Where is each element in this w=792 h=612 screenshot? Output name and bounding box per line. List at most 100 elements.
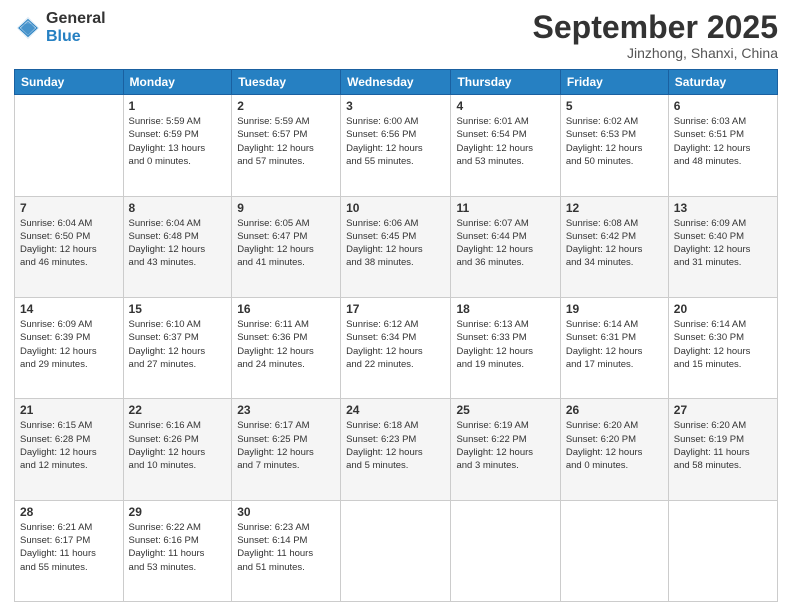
logo: General Blue [14, 10, 106, 45]
calendar-cell [451, 500, 560, 601]
day-number: 25 [456, 403, 554, 417]
weekday-header-friday: Friday [560, 70, 668, 95]
day-number: 4 [456, 99, 554, 113]
day-info: Sunrise: 6:09 AMSunset: 6:40 PMDaylight:… [674, 217, 772, 270]
weekday-header-wednesday: Wednesday [341, 70, 451, 95]
day-info: Sunrise: 5:59 AMSunset: 6:59 PMDaylight:… [129, 115, 227, 168]
weekday-header-thursday: Thursday [451, 70, 560, 95]
day-number: 15 [129, 302, 227, 316]
calendar-cell: 29 Sunrise: 6:22 AMSunset: 6:16 PMDayligh… [123, 500, 232, 601]
day-info: Sunrise: 6:20 AMSunset: 6:20 PMDaylight:… [566, 419, 663, 472]
logo-icon [14, 14, 42, 42]
day-number: 6 [674, 99, 772, 113]
week-row-3: 14 Sunrise: 6:09 AMSunset: 6:39 PMDayligh… [15, 297, 778, 398]
week-row-5: 28 Sunrise: 6:21 AMSunset: 6:17 PMDayligh… [15, 500, 778, 601]
day-number: 21 [20, 403, 118, 417]
weekday-header-row: SundayMondayTuesdayWednesdayThursdayFrid… [15, 70, 778, 95]
calendar-cell: 11Sunrise: 6:07 AMSunset: 6:44 PMDayligh… [451, 196, 560, 297]
day-info: Sunrise: 6:13 AMSunset: 6:33 PMDaylight:… [456, 318, 554, 371]
day-number: 26 [566, 403, 663, 417]
calendar-cell: 20Sunrise: 6:14 AMSunset: 6:30 PMDayligh… [668, 297, 777, 398]
day-info: Sunrise: 6:01 AMSunset: 6:54 PMDaylight:… [456, 115, 554, 168]
day-info: Sunrise: 6:12 AMSunset: 6:34 PMDaylight:… [346, 318, 445, 371]
location: Jinzhong, Shanxi, China [533, 45, 778, 61]
weekday-header-monday: Monday [123, 70, 232, 95]
calendar-cell: 19 Sunrise: 6:14 AMSunset: 6:31 PMDayligh… [560, 297, 668, 398]
calendar-cell: 17 Sunrise: 6:12 AMSunset: 6:34 PMDayligh… [341, 297, 451, 398]
day-info: Sunrise: 6:08 AMSunset: 6:42 PMDaylight:… [566, 217, 663, 270]
calendar-cell: 28 Sunrise: 6:21 AMSunset: 6:17 PMDayligh… [15, 500, 124, 601]
calendar-cell [560, 500, 668, 601]
calendar-cell: 22 Sunrise: 6:16 AMSunset: 6:26 PMDayligh… [123, 399, 232, 500]
calendar-cell: 6 Sunrise: 6:03 AMSunset: 6:51 PMDaylight… [668, 95, 777, 196]
calendar-cell: 27 Sunrise: 6:20 AMSunset: 6:19 PMDayligh… [668, 399, 777, 500]
calendar-cell: 12Sunrise: 6:08 AMSunset: 6:42 PMDayligh… [560, 196, 668, 297]
calendar-cell: 30 Sunrise: 6:23 AMSunset: 6:14 PMDayligh… [232, 500, 341, 601]
weekday-header-sunday: Sunday [15, 70, 124, 95]
day-number: 5 [566, 99, 663, 113]
week-row-1: 1 Sunrise: 5:59 AMSunset: 6:59 PMDaylight… [15, 95, 778, 196]
day-number: 19 [566, 302, 663, 316]
calendar-cell [668, 500, 777, 601]
calendar-table: SundayMondayTuesdayWednesdayThursdayFrid… [14, 69, 778, 602]
day-number: 13 [674, 201, 772, 215]
day-info: Sunrise: 6:21 AMSunset: 6:17 PMDaylight:… [20, 521, 118, 574]
week-row-2: 7Sunrise: 6:04 AMSunset: 6:50 PMDaylight… [15, 196, 778, 297]
day-info: Sunrise: 6:15 AMSunset: 6:28 PMDaylight:… [20, 419, 118, 472]
logo-general: General [46, 10, 106, 28]
day-info: Sunrise: 6:02 AMSunset: 6:53 PMDaylight:… [566, 115, 663, 168]
day-info: Sunrise: 6:09 AMSunset: 6:39 PMDaylight:… [20, 318, 118, 371]
page: General Blue September 2025 Jinzhong, Sh… [0, 0, 792, 612]
day-info: Sunrise: 6:05 AMSunset: 6:47 PMDaylight:… [237, 217, 335, 270]
day-info: Sunrise: 6:23 AMSunset: 6:14 PMDaylight:… [237, 521, 335, 574]
day-number: 28 [20, 505, 118, 519]
day-info: Sunrise: 6:14 AMSunset: 6:30 PMDaylight:… [674, 318, 772, 371]
day-number: 30 [237, 505, 335, 519]
calendar-cell: 7Sunrise: 6:04 AMSunset: 6:50 PMDaylight… [15, 196, 124, 297]
calendar-cell: 24Sunrise: 6:18 AMSunset: 6:23 PMDayligh… [341, 399, 451, 500]
calendar-cell: 2Sunrise: 5:59 AMSunset: 6:57 PMDaylight… [232, 95, 341, 196]
calendar-cell: 23Sunrise: 6:17 AMSunset: 6:25 PMDayligh… [232, 399, 341, 500]
calendar-cell: 5 Sunrise: 6:02 AMSunset: 6:53 PMDaylight… [560, 95, 668, 196]
week-row-4: 21 Sunrise: 6:15 AMSunset: 6:28 PMDayligh… [15, 399, 778, 500]
calendar-cell: 3Sunrise: 6:00 AMSunset: 6:56 PMDaylight… [341, 95, 451, 196]
day-info: Sunrise: 6:18 AMSunset: 6:23 PMDaylight:… [346, 419, 445, 472]
calendar-cell: 9Sunrise: 6:05 AMSunset: 6:47 PMDaylight… [232, 196, 341, 297]
title-block: September 2025 Jinzhong, Shanxi, China [533, 10, 778, 61]
day-number: 10 [346, 201, 445, 215]
calendar-cell: 21 Sunrise: 6:15 AMSunset: 6:28 PMDayligh… [15, 399, 124, 500]
day-info: Sunrise: 6:06 AMSunset: 6:45 PMDaylight:… [346, 217, 445, 270]
logo-text: General Blue [46, 10, 106, 45]
day-info: Sunrise: 6:14 AMSunset: 6:31 PMDaylight:… [566, 318, 663, 371]
day-number: 1 [129, 99, 227, 113]
day-info: Sunrise: 6:16 AMSunset: 6:26 PMDaylight:… [129, 419, 227, 472]
calendar-cell: 26 Sunrise: 6:20 AMSunset: 6:20 PMDayligh… [560, 399, 668, 500]
day-info: Sunrise: 6:03 AMSunset: 6:51 PMDaylight:… [674, 115, 772, 168]
logo-blue: Blue [46, 28, 106, 46]
weekday-header-tuesday: Tuesday [232, 70, 341, 95]
calendar-cell: 16Sunrise: 6:11 AMSunset: 6:36 PMDayligh… [232, 297, 341, 398]
calendar-cell: 8Sunrise: 6:04 AMSunset: 6:48 PMDaylight… [123, 196, 232, 297]
day-info: Sunrise: 6:19 AMSunset: 6:22 PMDaylight:… [456, 419, 554, 472]
weekday-header-saturday: Saturday [668, 70, 777, 95]
day-info: Sunrise: 6:22 AMSunset: 6:16 PMDaylight:… [129, 521, 227, 574]
day-number: 14 [20, 302, 118, 316]
day-info: Sunrise: 6:04 AMSunset: 6:48 PMDaylight:… [129, 217, 227, 270]
day-info: Sunrise: 5:59 AMSunset: 6:57 PMDaylight:… [237, 115, 335, 168]
calendar-cell [341, 500, 451, 601]
day-number: 29 [129, 505, 227, 519]
day-number: 27 [674, 403, 772, 417]
day-info: Sunrise: 6:17 AMSunset: 6:25 PMDaylight:… [237, 419, 335, 472]
day-info: Sunrise: 6:04 AMSunset: 6:50 PMDaylight:… [20, 217, 118, 270]
day-number: 17 [346, 302, 445, 316]
day-number: 18 [456, 302, 554, 316]
calendar-cell: 25 Sunrise: 6:19 AMSunset: 6:22 PMDayligh… [451, 399, 560, 500]
day-info: Sunrise: 6:11 AMSunset: 6:36 PMDaylight:… [237, 318, 335, 371]
calendar-cell: 1 Sunrise: 5:59 AMSunset: 6:59 PMDaylight… [123, 95, 232, 196]
day-number: 22 [129, 403, 227, 417]
calendar-cell: 4 Sunrise: 6:01 AMSunset: 6:54 PMDaylight… [451, 95, 560, 196]
day-info: Sunrise: 6:20 AMSunset: 6:19 PMDaylight:… [674, 419, 772, 472]
calendar-cell: 18 Sunrise: 6:13 AMSunset: 6:33 PMDayligh… [451, 297, 560, 398]
calendar-cell: 15Sunrise: 6:10 AMSunset: 6:37 PMDayligh… [123, 297, 232, 398]
calendar-cell [15, 95, 124, 196]
